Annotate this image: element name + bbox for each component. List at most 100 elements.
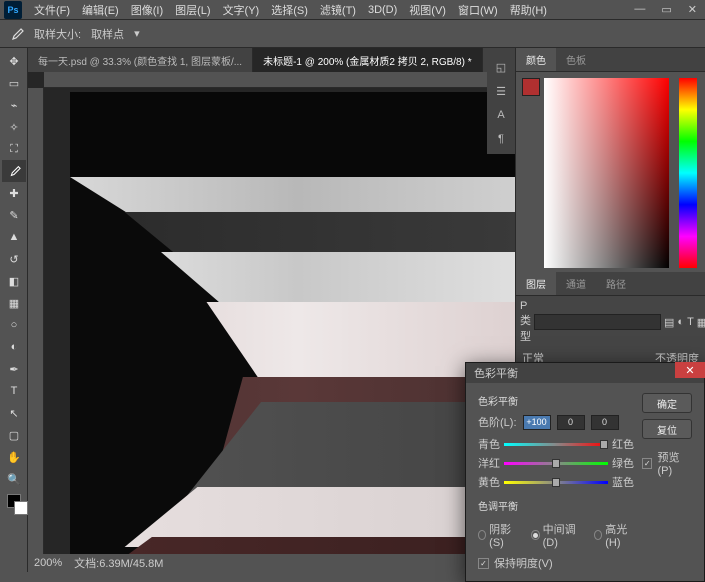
- zoom-tool[interactable]: 🔍: [2, 468, 26, 490]
- window-controls: — ▭ ✕: [630, 1, 701, 18]
- magenta-label: 洋红: [478, 455, 500, 471]
- tab-swatches[interactable]: 色板: [556, 48, 596, 71]
- eyedropper-icon: [8, 26, 24, 42]
- dialog-title-bar[interactable]: 色彩平衡 ✕: [466, 363, 704, 383]
- toolbox: ✥ ▭ ⌁ ✧ ⛶ ✚ ✎ ▲ ↺ ◧ ▦ ○ ◐ ✒ T ↖ ▢ ✋ 🔍: [0, 48, 28, 572]
- close-button[interactable]: ✕: [684, 1, 701, 18]
- type-tool[interactable]: T: [2, 380, 26, 402]
- level-yellow-blue-input[interactable]: [591, 415, 619, 430]
- filter-icon[interactable]: T: [687, 316, 694, 328]
- move-tool[interactable]: ✥: [2, 50, 26, 72]
- tab-doc-1[interactable]: 每一天.psd @ 33.3% (颜色查找 1, 图层蒙板/...: [28, 48, 253, 72]
- menu-3d[interactable]: 3D(D): [362, 2, 403, 18]
- canvas[interactable]: [70, 92, 515, 572]
- menu-select[interactable]: 选择(S): [265, 0, 314, 20]
- tab-channels[interactable]: 通道: [556, 272, 596, 295]
- status-bar: 200% 文档:6.39M/45.8M: [28, 554, 515, 572]
- radio-midtones[interactable]: 中间调(D): [531, 521, 580, 549]
- menu-bar: Ps 文件(F) 编辑(E) 图像(I) 图层(L) 文字(Y) 选择(S) 滤…: [0, 0, 705, 20]
- menu-filter[interactable]: 滤镜(T): [314, 0, 362, 20]
- layers-panel-tabs: 图层 通道 路径: [516, 272, 705, 296]
- document-area: 每一天.psd @ 33.3% (颜色查找 1, 图层蒙板/... 未标题-1 …: [28, 48, 515, 572]
- color-swatches[interactable]: [2, 490, 25, 518]
- color-picker: [516, 72, 705, 272]
- menu-layer[interactable]: 图层(L): [169, 0, 216, 20]
- eyedropper-tool[interactable]: [2, 160, 26, 182]
- heal-tool[interactable]: ✚: [2, 182, 26, 204]
- color-balance-dialog: 色彩平衡 ✕ 色彩平衡 色阶(L): 青色 红色 洋红 绿色 黄色: [465, 362, 705, 582]
- sample-point-dropdown[interactable]: 取样点: [91, 26, 124, 42]
- color-panel-tabs: 颜色 色板: [516, 48, 705, 72]
- magenta-green-slider[interactable]: [504, 462, 608, 465]
- level-magenta-green-input[interactable]: [557, 415, 585, 430]
- layer-filter-label: P 类型: [520, 300, 531, 344]
- crop-tool[interactable]: ⛶: [2, 138, 26, 160]
- layer-filter-input[interactable]: [534, 314, 661, 330]
- current-color-swatch[interactable]: [522, 78, 540, 96]
- ruler-vertical: [28, 88, 44, 572]
- tab-layers[interactable]: 图层: [516, 272, 556, 295]
- app-logo: Ps: [4, 1, 22, 19]
- levels-label: 色阶(L):: [478, 414, 517, 430]
- menu-edit[interactable]: 编辑(E): [76, 0, 125, 20]
- brush-tool[interactable]: ✎: [2, 204, 26, 226]
- doc-size: 文档:6.39M/45.8M: [74, 555, 163, 571]
- character-icon[interactable]: A: [489, 104, 513, 126]
- maximize-button[interactable]: ▭: [657, 1, 675, 18]
- filter-icon[interactable]: ▤: [664, 316, 674, 329]
- paragraph-icon[interactable]: ¶: [489, 128, 513, 150]
- dodge-tool[interactable]: ◐: [2, 336, 26, 358]
- radio-shadows[interactable]: 阴影(S): [478, 521, 517, 549]
- dialog-close-button[interactable]: ✕: [675, 362, 705, 378]
- history-icon[interactable]: ◱: [489, 56, 513, 78]
- menu-view[interactable]: 视图(V): [403, 0, 452, 20]
- chevron-down-icon[interactable]: ▾: [134, 27, 140, 40]
- menu-window[interactable]: 窗口(W): [452, 0, 504, 20]
- cyan-red-slider[interactable]: [504, 443, 608, 446]
- red-label: 红色: [612, 436, 634, 452]
- yellow-blue-slider[interactable]: [504, 481, 608, 484]
- section-color-balance: 色彩平衡: [478, 393, 634, 408]
- radio-highlights[interactable]: 高光(H): [594, 521, 634, 549]
- properties-icon[interactable]: ☰: [489, 80, 513, 102]
- cyan-label: 青色: [478, 436, 500, 452]
- ruler-horizontal: [44, 72, 515, 88]
- history-brush-tool[interactable]: ↺: [2, 248, 26, 270]
- color-field[interactable]: [544, 78, 669, 268]
- tab-color[interactable]: 颜色: [516, 48, 556, 71]
- hand-tool[interactable]: ✋: [2, 446, 26, 468]
- gradient-tool[interactable]: ▦: [2, 292, 26, 314]
- tab-doc-2[interactable]: 未标题-1 @ 200% (金属材质2 拷贝 2, RGB/8) *: [253, 48, 483, 72]
- filter-icon[interactable]: ◐: [677, 316, 684, 328]
- zoom-level[interactable]: 200%: [34, 557, 62, 569]
- level-cyan-red-input[interactable]: [523, 415, 551, 430]
- canvas-viewport[interactable]: 200% 文档:6.39M/45.8M: [28, 72, 515, 572]
- shape-tool[interactable]: ▢: [2, 424, 26, 446]
- document-tabs: 每一天.psd @ 33.3% (颜色查找 1, 图层蒙板/... 未标题-1 …: [28, 48, 515, 72]
- menu-file[interactable]: 文件(F): [28, 0, 76, 20]
- lasso-tool[interactable]: ⌁: [2, 94, 26, 116]
- tab-paths[interactable]: 路径: [596, 272, 636, 295]
- cancel-button[interactable]: 复位: [642, 419, 692, 439]
- pen-tool[interactable]: ✒: [2, 358, 26, 380]
- ok-button[interactable]: 确定: [642, 393, 692, 413]
- options-bar: 取样大小: 取样点 ▾: [0, 20, 705, 48]
- checkbox-preview[interactable]: 预览(P): [642, 449, 692, 477]
- checkbox-preserve-luminosity[interactable]: 保持明度(V): [478, 555, 634, 571]
- green-label: 绿色: [612, 455, 634, 471]
- menu-image[interactable]: 图像(I): [125, 0, 169, 20]
- filter-icon[interactable]: ▦: [697, 316, 705, 329]
- dialog-title: 色彩平衡: [474, 365, 518, 381]
- hue-slider[interactable]: [679, 78, 697, 268]
- menu-help[interactable]: 帮助(H): [504, 0, 553, 20]
- eraser-tool[interactable]: ◧: [2, 270, 26, 292]
- wand-tool[interactable]: ✧: [2, 116, 26, 138]
- yellow-label: 黄色: [478, 474, 500, 490]
- collapsed-panels: ◱ ☰ A ¶: [487, 52, 515, 154]
- marquee-tool[interactable]: ▭: [2, 72, 26, 94]
- minimize-button[interactable]: —: [630, 1, 649, 18]
- path-tool[interactable]: ↖: [2, 402, 26, 424]
- menu-type[interactable]: 文字(Y): [217, 0, 266, 20]
- stamp-tool[interactable]: ▲: [2, 226, 26, 248]
- blur-tool[interactable]: ○: [2, 314, 26, 336]
